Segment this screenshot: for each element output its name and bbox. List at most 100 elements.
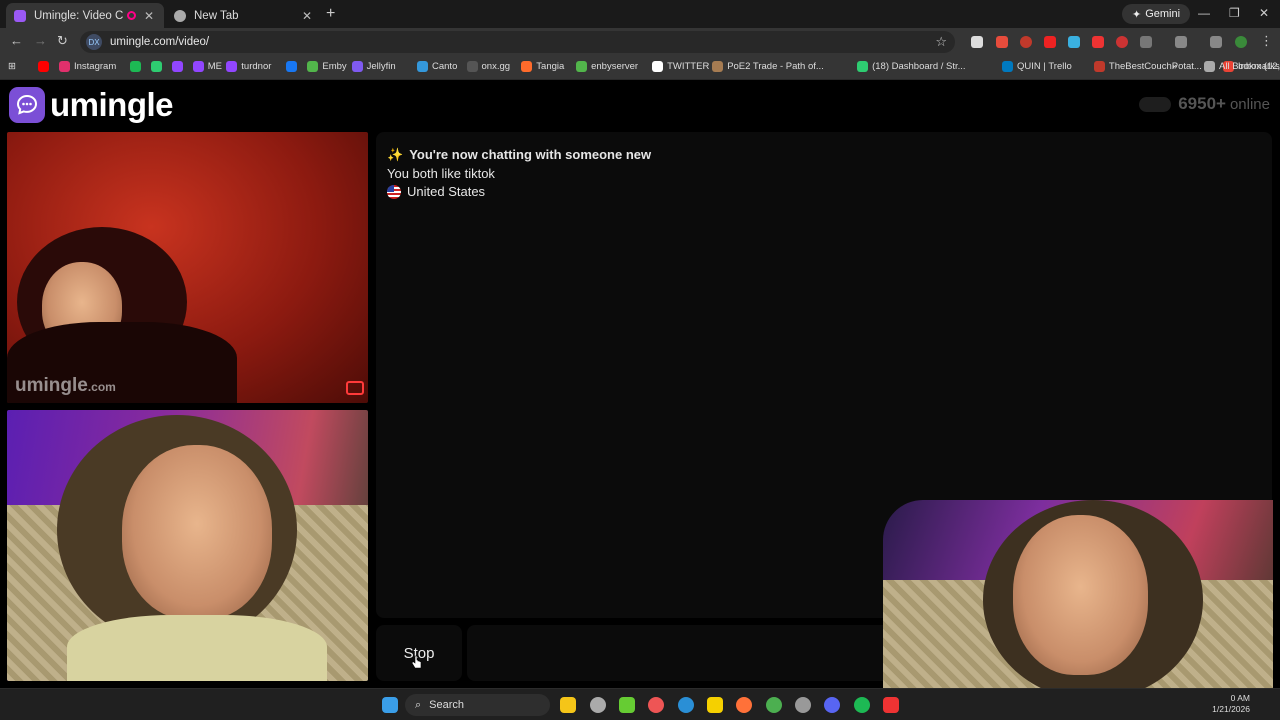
self-preview-video xyxy=(883,500,1273,688)
bookmark-item[interactable]: ME xyxy=(192,61,222,72)
umingle-watermark: umingle.com xyxy=(15,375,116,397)
report-icon[interactable] xyxy=(346,381,364,395)
bookmark-item[interactable] xyxy=(38,61,53,72)
close-window-button[interactable]: ✕ xyxy=(1259,6,1269,20)
bookmark-favicon-icon xyxy=(129,61,141,72)
more-menu-icon[interactable]: ⋮ xyxy=(1260,33,1273,49)
extension-icon[interactable] xyxy=(1068,36,1080,48)
clock-time: 0 AM xyxy=(1230,693,1250,703)
bookmark-item[interactable]: enbyserver xyxy=(576,61,638,72)
bookmark-item[interactable]: Jellyfin xyxy=(351,61,396,72)
tab-umingle[interactable]: Umingle: Video Chat with S ✕ xyxy=(6,3,164,28)
taskbar-clock[interactable]: 0 AM 1/21/2026 xyxy=(1212,693,1250,715)
extension-icon[interactable] xyxy=(996,36,1008,48)
bookmark-item[interactable]: PoE2 Trade - Path of... xyxy=(712,61,824,72)
bookmark-item[interactable]: Instagram xyxy=(59,61,116,72)
windows-start-icon[interactable] xyxy=(382,697,398,713)
site-info-icon[interactable]: DX xyxy=(86,34,102,50)
app-icon[interactable] xyxy=(590,697,606,713)
message-input[interactable] xyxy=(467,625,897,681)
forward-icon[interactable]: → xyxy=(34,33,47,48)
url-text: umingle.com/video/ xyxy=(110,36,210,48)
all-bookmarks[interactable]: All Bookmarks xyxy=(1204,61,1280,72)
app-icon[interactable] xyxy=(795,697,811,713)
bookmark-label: TWITTER xyxy=(667,61,710,72)
media-icon[interactable] xyxy=(1210,36,1222,48)
bookmark-item[interactable] xyxy=(129,61,145,72)
extension-icon[interactable] xyxy=(1044,36,1056,48)
online-indicator: 6950+ online xyxy=(1139,94,1270,114)
taskbar-search[interactable]: ⌕ Search xyxy=(405,694,550,716)
bookmarks-bar: ⊞ Instagram ME turdnor Emby Jellyfin Canto onx… xyxy=(0,55,1280,80)
stranger-video: umingle.com xyxy=(7,132,368,403)
bookmark-item[interactable] xyxy=(171,61,187,72)
system-message: United States xyxy=(387,183,1261,202)
watermark-main: umingle xyxy=(15,375,88,396)
bookmark-label: Emby xyxy=(322,61,347,72)
bookmark-label: Tangia xyxy=(536,61,565,72)
back-icon[interactable]: ← xyxy=(10,33,23,48)
intro-text: You're now chatting with someone new xyxy=(409,147,652,162)
folder-icon xyxy=(1204,61,1215,72)
edge-icon[interactable] xyxy=(678,697,694,713)
bookmark-item[interactable]: Tangia xyxy=(521,61,564,72)
bookmark-item[interactable]: Emby xyxy=(307,61,347,72)
theme-toggle[interactable] xyxy=(1139,96,1172,112)
bookmarks-overflow-icon[interactable]: » xyxy=(1172,61,1177,72)
apps-grid-icon[interactable]: ⊞ xyxy=(8,61,16,72)
reload-icon[interactable]: ↻ xyxy=(57,33,68,49)
extensions-puzzle-icon[interactable] xyxy=(1140,36,1152,48)
bookmark-item[interactable]: turdnor xyxy=(226,61,271,72)
tab-new-tab[interactable]: New Tab ✕ xyxy=(166,3,322,28)
bookmark-item[interactable]: TWITTER xyxy=(652,61,709,72)
browser-chrome: Umingle: Video Chat with S ✕ New Tab ✕ +… xyxy=(0,0,1280,80)
bookmark-label: Instagram xyxy=(74,61,117,72)
umingle-page: umingle 6950+ online umingle.com ✨ You'r… xyxy=(0,80,1280,688)
extension-icon[interactable] xyxy=(1020,36,1032,48)
firefox-icon[interactable] xyxy=(736,697,752,713)
bookmark-item[interactable] xyxy=(286,61,301,72)
chrome-icon[interactable] xyxy=(766,697,782,713)
video-figure xyxy=(1013,515,1148,675)
sticky-notes-icon[interactable] xyxy=(707,697,723,713)
bookmark-item[interactable]: onx.gg xyxy=(466,61,510,72)
minimize-button[interactable]: — xyxy=(1198,6,1210,20)
extension-icon[interactable] xyxy=(1116,36,1128,48)
extension-k-icon[interactable] xyxy=(971,36,983,48)
us-flag-icon xyxy=(387,185,401,200)
close-tab-icon[interactable]: ✕ xyxy=(142,9,156,23)
spotify-icon[interactable] xyxy=(854,697,870,713)
app-icon[interactable] xyxy=(883,697,899,713)
umingle-favicon-icon xyxy=(14,9,26,22)
bookmark-label: Canto xyxy=(432,61,458,72)
bookmark-item[interactable]: (18) Dashboard / Str... xyxy=(857,61,966,72)
gemini-button[interactable]: ✦ Gemini xyxy=(1122,4,1191,24)
self-video xyxy=(7,410,368,681)
profile-avatar-icon[interactable] xyxy=(1235,36,1247,48)
logo-text: umingle xyxy=(50,86,174,123)
side-panel-icon[interactable] xyxy=(1175,36,1187,48)
bookmark-item[interactable] xyxy=(150,61,166,72)
clock-date: 1/21/2026 xyxy=(1212,704,1250,714)
app-icon[interactable] xyxy=(648,697,664,713)
bookmark-item[interactable]: QUIN | Trello xyxy=(1002,61,1072,72)
bookmark-item[interactable]: Canto xyxy=(417,61,457,72)
close-tab-icon[interactable]: ✕ xyxy=(300,9,314,23)
bookmark-label: ME xyxy=(207,61,222,72)
bookmark-star-icon[interactable]: ☆ xyxy=(935,34,947,50)
interest-text: You both like tiktok xyxy=(387,165,495,181)
bookmark-favicon-icon xyxy=(521,61,533,72)
site-logo[interactable]: umingle xyxy=(9,86,174,124)
discord-icon[interactable] xyxy=(824,697,840,713)
video-figure xyxy=(122,445,272,620)
stop-button[interactable]: Stop xyxy=(376,625,462,681)
extension-icon[interactable] xyxy=(1092,36,1104,48)
file-explorer-icon[interactable] xyxy=(560,697,576,713)
new-tab-button[interactable]: + xyxy=(326,5,335,23)
restore-button[interactable]: ❐ xyxy=(1229,6,1240,20)
app-icon[interactable] xyxy=(619,697,635,713)
online-count: 6950+ xyxy=(1178,94,1226,113)
bookmark-item[interactable]: TheBestCouchPotat... xyxy=(1093,61,1202,72)
browser-toolbar: ← → ↻ DX umingle.com/video/ ☆ ⋮ xyxy=(0,28,1280,55)
address-bar[interactable]: DX umingle.com/video/ ☆ xyxy=(80,31,955,53)
